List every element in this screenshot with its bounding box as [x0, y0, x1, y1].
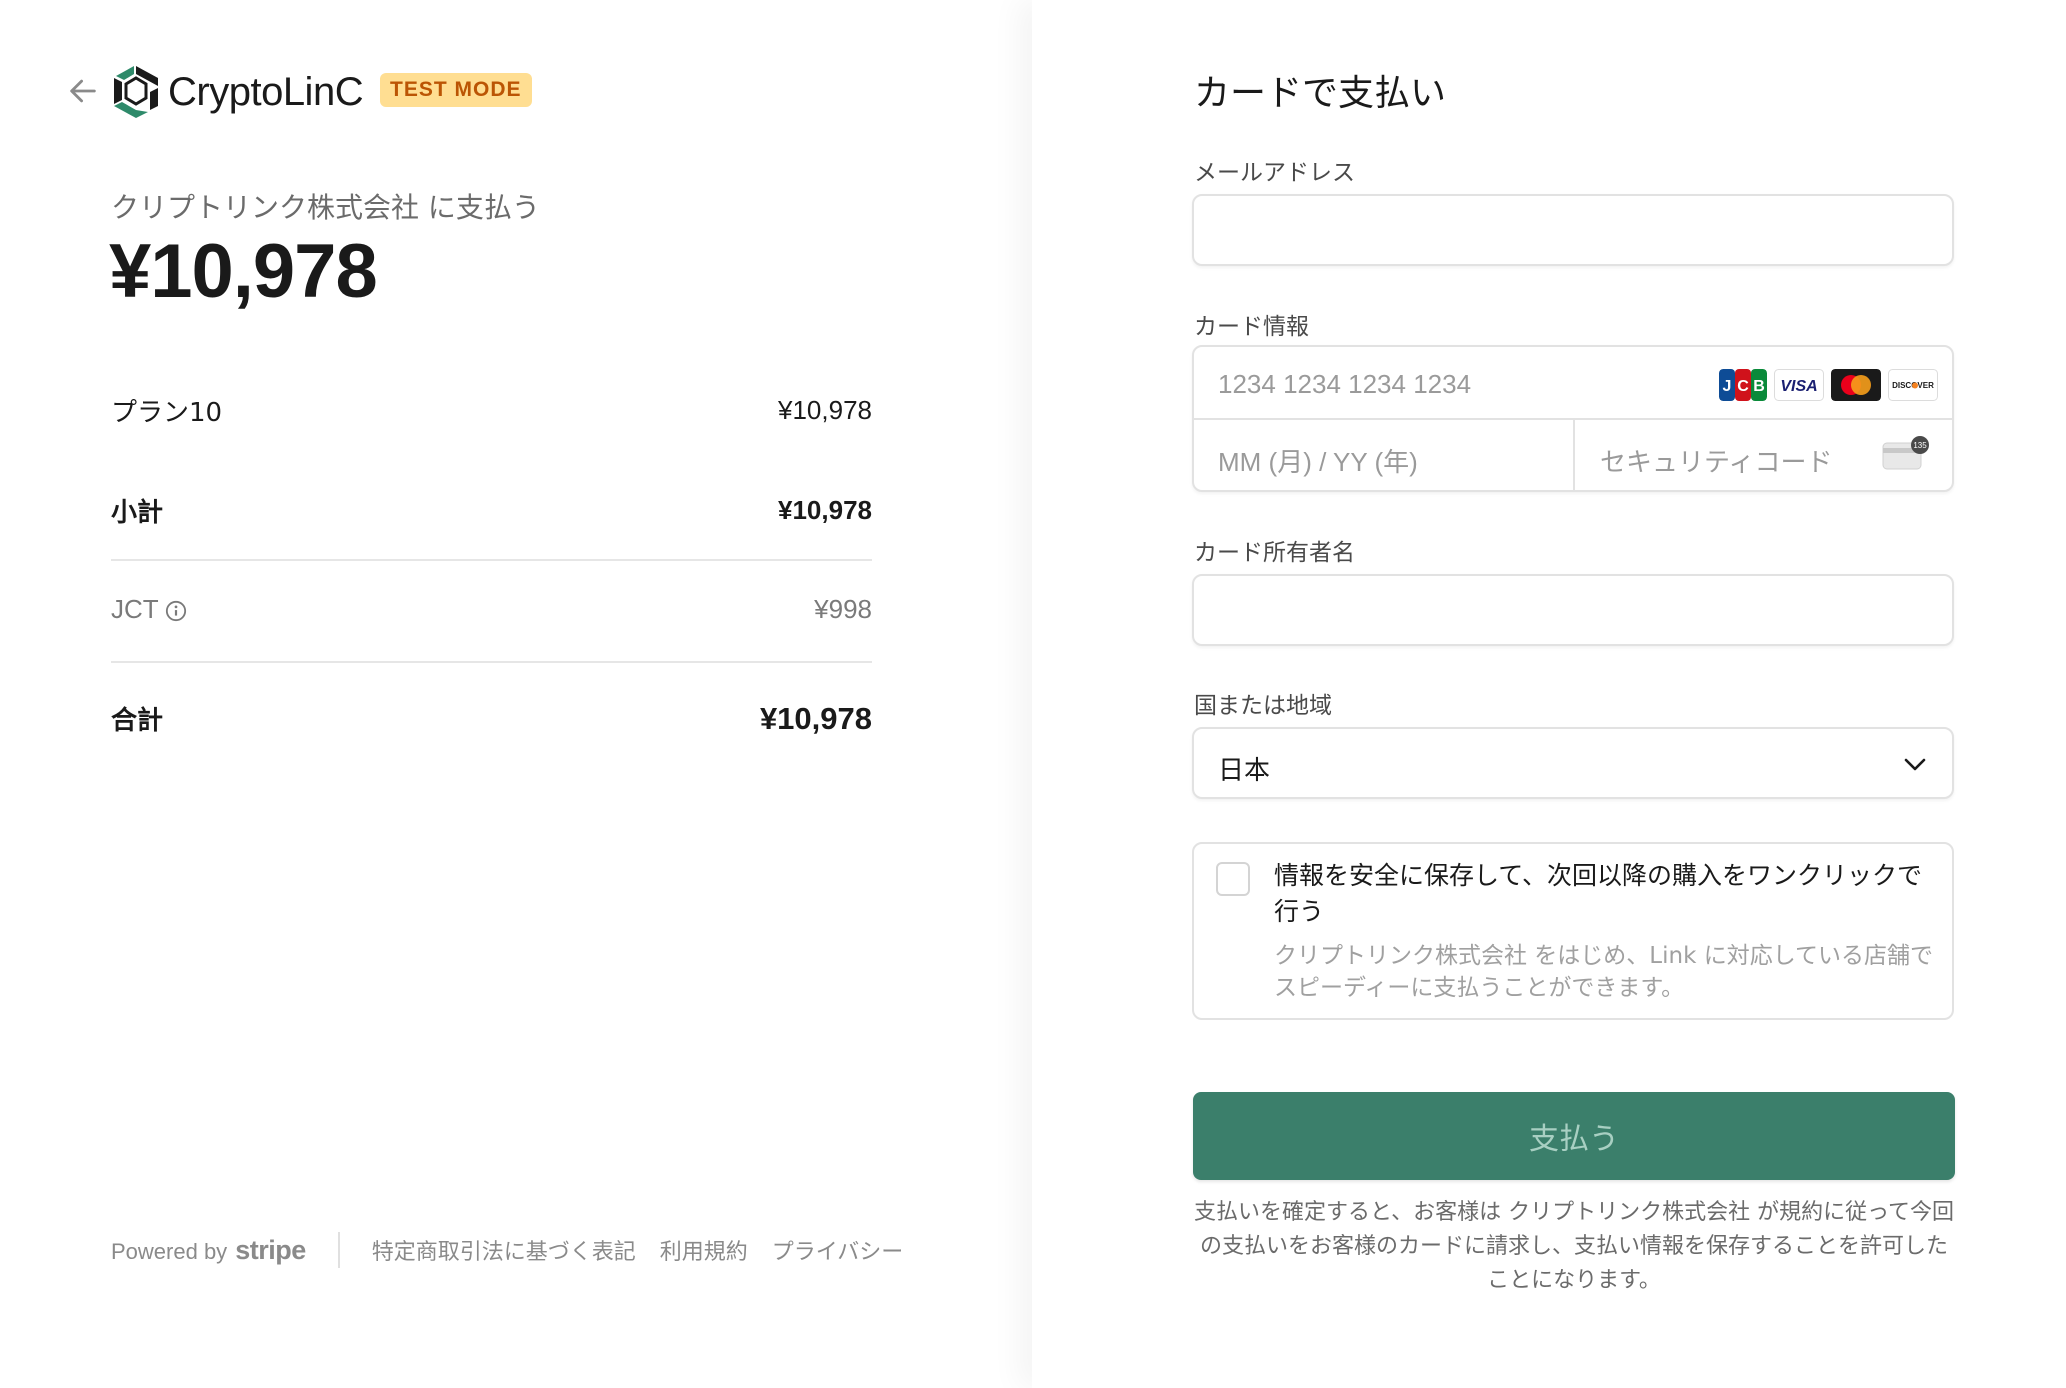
card-info-group: 1234 1234 1234 1234 J C B VISA DISCOVER …: [1192, 345, 1954, 492]
svg-text:B: B: [1753, 378, 1765, 395]
card-expiry-field[interactable]: MM (月) / YY (年): [1218, 442, 1418, 479]
total-amount: ¥10,978: [109, 229, 378, 314]
cvc-card-icon: 135: [1882, 436, 1929, 470]
save-info-title: 情報を安全に保存して、次回以降の購入をワンクリックで行う: [1274, 861, 1923, 926]
powered-by-stripe[interactable]: Powered by stripe: [111, 1235, 306, 1266]
order-summary-panel: CryptoLinC TEST MODE クリプトリンク株式会社 に支払う ¥1…: [0, 0, 1032, 1388]
divider: [111, 559, 872, 561]
footer: Powered by stripe 特定商取引法に基づく表記 利用規約 プライバ…: [111, 1232, 927, 1268]
payment-disclaimer: 支払いを確定すると、お客様は クリプトリンク株式会社 が規約に従って今回の支払い…: [1194, 1200, 1955, 1293]
total-row: 合計 ¥10,978: [111, 700, 872, 737]
email-label: メールアドレス: [1194, 160, 1355, 186]
cardholder-label: カード所有者名: [1194, 540, 1355, 566]
card-cvc-field[interactable]: セキュリティコード: [1600, 442, 1832, 479]
pay-to-label: クリプトリンク株式会社 に支払う: [111, 191, 540, 224]
brand-logo[interactable]: CryptoLinC: [110, 62, 364, 122]
total-label: 合計: [111, 706, 164, 736]
form-title: カードで支払い: [1194, 73, 1447, 114]
svg-text:VISA: VISA: [1780, 378, 1817, 395]
line-item-plan: プラン10 ¥10,978: [111, 392, 872, 429]
stripe-logo: stripe: [235, 1234, 306, 1265]
tax-label-group: JCT: [111, 594, 187, 625]
save-info-description: クリプトリンク株式会社 をはじめ、Link に対応している店舗でスピーディーに支…: [1274, 943, 1934, 1001]
cvc-icon-number: 135: [1913, 441, 1927, 450]
back-arrow-icon[interactable]: [66, 74, 100, 108]
footer-separator: [337, 1232, 340, 1268]
save-info-box: 情報を安全に保存して、次回以降の購入をワンクリックで行う クリプトリンク株式会社…: [1192, 842, 1954, 1020]
subtotal-label: 小計: [111, 498, 164, 528]
info-icon[interactable]: [165, 600, 187, 622]
discover-icon: DISCOVER: [1888, 369, 1938, 401]
brand-name: CryptoLinC: [168, 69, 364, 114]
country-select[interactable]: 日本: [1192, 727, 1954, 799]
divider: [1573, 419, 1575, 492]
email-field[interactable]: [1192, 194, 1954, 266]
svg-text:J: J: [1723, 378, 1732, 395]
line-item-label: プラン10: [111, 398, 223, 428]
subtotal-value: ¥10,978: [778, 495, 872, 525]
terms-link[interactable]: 利用規約: [660, 1234, 748, 1266]
privacy-link[interactable]: プライバシー: [772, 1234, 904, 1266]
tax-row: JCT ¥998: [111, 594, 872, 625]
test-mode-badge: TEST MODE: [380, 73, 532, 107]
visa-icon: VISA: [1774, 369, 1824, 401]
total-value: ¥10,978: [759, 700, 872, 736]
card-number-field[interactable]: 1234 1234 1234 1234: [1218, 369, 1471, 400]
save-info-checkbox[interactable]: [1216, 862, 1250, 896]
jcb-icon: J C B: [1719, 369, 1767, 401]
line-item-value: ¥10,978: [778, 395, 872, 425]
tax-value: ¥998: [814, 594, 872, 624]
divider: [111, 661, 872, 663]
svg-text:C: C: [1737, 378, 1749, 395]
tax-label: JCT: [111, 594, 159, 624]
mastercard-icon: [1831, 369, 1881, 401]
cardholder-name-field[interactable]: [1192, 574, 1954, 646]
country-select-value: 日本: [1218, 756, 1271, 786]
subtotal-row: 小計 ¥10,978: [111, 492, 872, 529]
chevron-down-icon: [1904, 758, 1926, 771]
pay-button[interactable]: 支払う: [1193, 1092, 1955, 1180]
powered-by-label: Powered by: [111, 1238, 228, 1264]
country-label: 国または地域: [1194, 693, 1332, 719]
card-info-label: カード情報: [1194, 314, 1309, 340]
cryptolinc-logo-icon: [114, 66, 158, 118]
legal-notice-link[interactable]: 特定商取引法に基づく表記: [372, 1234, 636, 1266]
